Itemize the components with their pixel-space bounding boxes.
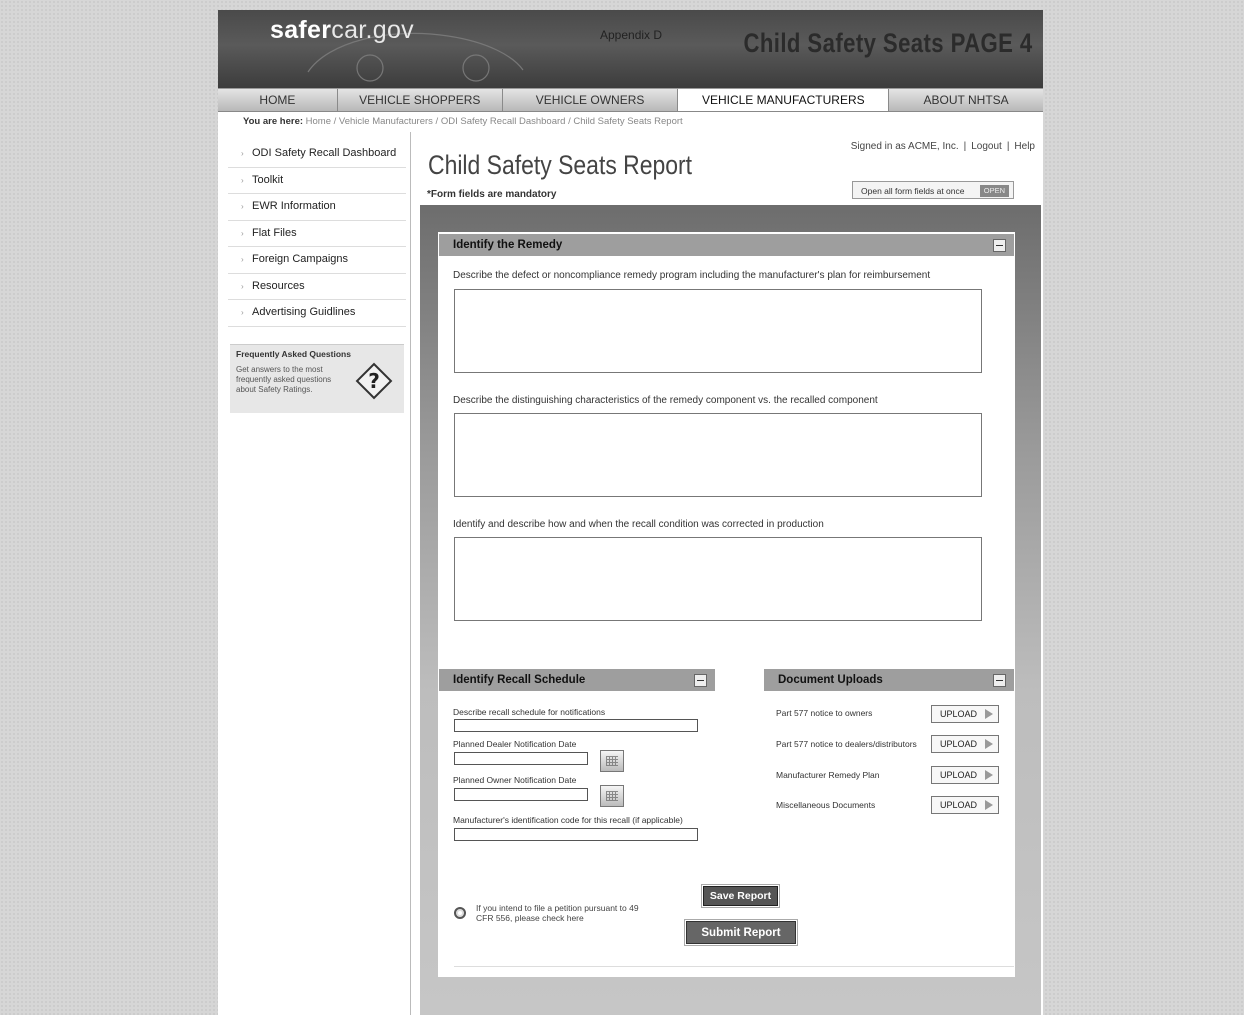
recall-schedule-input[interactable] bbox=[454, 719, 698, 732]
sidebar-item-advertising-guidelines[interactable]: › Advertising Guidlines bbox=[228, 300, 406, 327]
upload-button-misc[interactable]: UPLOAD bbox=[931, 796, 999, 814]
uploads-section-header[interactable]: Document Uploads bbox=[764, 669, 1014, 691]
nav-tab-vehicle-manufacturers[interactable]: VEHICLE MANUFACTURERS bbox=[678, 89, 890, 111]
sidebar-item-label: Foreign Campaigns bbox=[252, 253, 348, 265]
logo-bold-text: safer bbox=[270, 16, 332, 44]
report-title: Child Safety Seats Report bbox=[428, 150, 693, 180]
play-arrow-icon bbox=[985, 739, 993, 749]
nav-tab-home[interactable]: HOME bbox=[218, 89, 338, 111]
logo-rest-text: car.gov bbox=[331, 16, 414, 44]
bullet-icon: › bbox=[241, 202, 244, 211]
faq-text: Get answers to the most frequently asked… bbox=[236, 365, 332, 394]
sidebar-item-label: Advertising Guidlines bbox=[252, 306, 356, 318]
main-nav: HOME VEHICLE SHOPPERS VEHICLE OWNERS VEH… bbox=[218, 88, 1043, 112]
sidebar-divider bbox=[410, 132, 411, 1015]
bullet-icon: › bbox=[241, 255, 244, 264]
sidebar-item-odi-dashboard[interactable]: › ODI Safety Recall Dashboard bbox=[228, 141, 406, 168]
calendar-icon[interactable] bbox=[600, 785, 624, 807]
remedy-section-header[interactable]: Identify the Remedy bbox=[439, 234, 1014, 256]
breadcrumb-path[interactable]: Home / Vehicle Manufacturers / ODI Safet… bbox=[306, 116, 683, 127]
dealer-date-input[interactable] bbox=[454, 752, 588, 765]
play-arrow-icon bbox=[985, 709, 993, 719]
uploads-heading: Document Uploads bbox=[778, 674, 883, 686]
recall-id-code-input[interactable] bbox=[454, 828, 698, 841]
breadcrumb-prefix: You are here: bbox=[243, 116, 304, 127]
sidebar-item-label: ODI Safety Recall Dashboard bbox=[252, 147, 397, 159]
owner-date-input[interactable] bbox=[454, 788, 588, 801]
breadcrumb: You are here: Home / Vehicle Manufacture… bbox=[243, 116, 683, 127]
sidebar-item-toolkit[interactable]: › Toolkit bbox=[228, 168, 406, 194]
sidebar-item-foreign-campaigns[interactable]: › Foreign Campaigns bbox=[228, 247, 406, 274]
open-all-label: Open all form fields at once bbox=[861, 186, 965, 196]
calendar-icon[interactable] bbox=[600, 750, 624, 772]
remedy-characteristics-textarea[interactable] bbox=[454, 413, 982, 497]
sidebar-item-ewr-information[interactable]: › EWR Information bbox=[228, 194, 406, 221]
bullet-icon: › bbox=[241, 228, 244, 238]
schedule-section-header[interactable]: Identify Recall Schedule bbox=[439, 669, 715, 691]
collapse-icon[interactable] bbox=[993, 674, 1006, 687]
sidebar-item-label: Flat Files bbox=[252, 226, 297, 239]
play-arrow-icon bbox=[985, 800, 993, 810]
bullet-icon: › bbox=[241, 281, 244, 291]
remedy-q3-label: Identify and describe how and when the r… bbox=[453, 519, 824, 530]
upload-label-remedy-plan: Manufacturer Remedy Plan bbox=[776, 770, 880, 780]
sidebar-item-label: EWR Information bbox=[252, 200, 336, 212]
account-links: Signed in as ACME, Inc. | Logout | Help bbox=[850, 141, 1035, 152]
schedule-label: Describe recall schedule for notificatio… bbox=[453, 707, 606, 717]
remedy-program-textarea[interactable] bbox=[454, 289, 982, 373]
sidebar-item-resources[interactable]: › Resources bbox=[228, 274, 406, 300]
faq-box[interactable]: Frequently Asked Questions Get answers t… bbox=[230, 344, 404, 413]
open-all-fields[interactable]: Open all form fields at once OPEN bbox=[852, 181, 1014, 199]
form-bottom-divider bbox=[454, 966, 1014, 967]
upload-button-remedy-plan[interactable]: UPLOAD bbox=[931, 766, 999, 784]
sidebar-item-flat-files[interactable]: › Flat Files bbox=[228, 221, 406, 247]
dealer-date-label: Planned Dealer Notification Date bbox=[453, 739, 577, 749]
sidebar: › ODI Safety Recall Dashboard › Toolkit › E… bbox=[228, 141, 406, 413]
upload-button-label: UPLOAD bbox=[940, 770, 978, 780]
page-heading: Child Safety Seats PAGE 4 bbox=[743, 28, 1033, 58]
petition-radio[interactable] bbox=[454, 907, 466, 919]
collapse-icon[interactable] bbox=[694, 674, 707, 687]
upload-button-label: UPLOAD bbox=[940, 709, 978, 719]
appendix-label: Appendix D bbox=[600, 28, 663, 42]
nav-tab-vehicle-owners[interactable]: VEHICLE OWNERS bbox=[502, 89, 679, 111]
site-header: safercar.gov Appendix D Child Safety Sea… bbox=[218, 10, 1043, 88]
question-sign-icon: ? bbox=[355, 362, 393, 400]
remedy-q1-label: Describe the defect or noncompliance rem… bbox=[453, 270, 931, 281]
faq-title: Frequently Asked Questions bbox=[236, 349, 351, 359]
logout-link[interactable]: Logout bbox=[971, 141, 1002, 152]
site-logo[interactable]: safercar.gov bbox=[270, 16, 414, 45]
help-link[interactable]: Help bbox=[1014, 141, 1035, 152]
play-arrow-icon bbox=[985, 770, 993, 780]
id-code-label: Manufacturer's identification code for t… bbox=[453, 815, 683, 825]
nav-tab-vehicle-shoppers[interactable]: VEHICLE SHOPPERS bbox=[337, 89, 503, 111]
bullet-icon: › bbox=[241, 149, 244, 158]
bullet-icon: › bbox=[241, 175, 244, 185]
collapse-icon[interactable] bbox=[993, 239, 1006, 252]
bullet-icon: › bbox=[241, 308, 244, 317]
save-report-button[interactable]: Save Report bbox=[701, 884, 780, 908]
nav-tab-about-nhtsa[interactable]: ABOUT NHTSA bbox=[889, 89, 1043, 111]
upload-label-dealers: Part 577 notice to dealers/distributors bbox=[776, 739, 917, 749]
upload-button-label: UPLOAD bbox=[940, 800, 978, 810]
sidebar-item-label: Toolkit bbox=[252, 173, 284, 186]
mandatory-note: *Form fields are mandatory bbox=[427, 189, 557, 200]
submit-report-button[interactable]: Submit Report bbox=[684, 919, 798, 946]
svg-text:?: ? bbox=[368, 369, 380, 393]
open-button[interactable]: OPEN bbox=[979, 185, 1009, 197]
upload-label-owners: Part 577 notice to owners bbox=[776, 708, 873, 718]
upload-button-dealers[interactable]: UPLOAD bbox=[931, 735, 999, 753]
remedy-q2-label: Describe the distinguishing characterist… bbox=[453, 395, 878, 406]
schedule-heading: Identify Recall Schedule bbox=[453, 674, 586, 686]
upload-button-owners[interactable]: UPLOAD bbox=[931, 705, 999, 723]
signed-in-text: Signed in as ACME, Inc. bbox=[850, 141, 959, 152]
petition-text: If you intend to file a petition pursuan… bbox=[476, 903, 639, 923]
sidebar-item-label: Resources bbox=[252, 279, 305, 292]
upload-label-misc: Miscellaneous Documents bbox=[776, 800, 876, 810]
upload-button-label: UPLOAD bbox=[940, 739, 978, 749]
remedy-heading: Identify the Remedy bbox=[453, 239, 563, 251]
production-correction-textarea[interactable] bbox=[454, 537, 982, 621]
owner-date-label: Planned Owner Notification Date bbox=[453, 775, 577, 785]
